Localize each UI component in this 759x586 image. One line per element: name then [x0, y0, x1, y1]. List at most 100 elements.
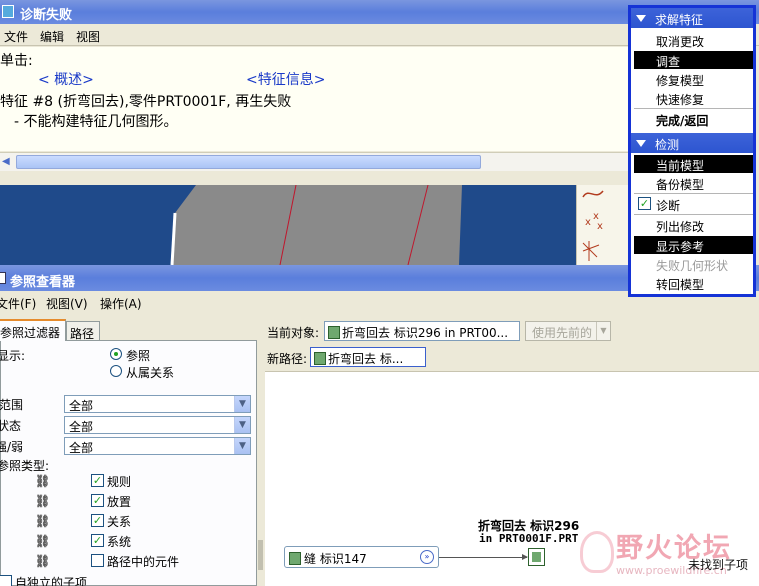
coordinate-system-icon[interactable] — [582, 241, 600, 261]
current-object-value: 折弯回去 标识296 in PRT00... — [342, 326, 509, 340]
seam-node-label: 缝 标识147 — [304, 552, 367, 566]
scroll-left-icon[interactable]: ◀ — [2, 156, 14, 168]
reference-viewer-title: 参照查看器 — [10, 275, 76, 290]
current-object-label: 当前对象: — [267, 326, 320, 340]
current-object-field[interactable]: 折弯回去 标识296 in PRT00... — [324, 321, 520, 341]
collapse-icon[interactable] — [636, 15, 646, 22]
feature-icon — [289, 552, 301, 565]
tab-reference-filter[interactable]: 参照过滤器 — [0, 319, 66, 341]
independent-children-label: 自独立的子项 — [15, 576, 88, 586]
menu-failed-geometry: 失败几何形状 — [656, 259, 729, 273]
menu-edit[interactable]: 编辑 — [40, 28, 64, 45]
link-icon: ⛓ — [35, 554, 51, 568]
menu-separator — [634, 108, 753, 109]
link-icon: ⛓ — [35, 474, 51, 488]
window-icon — [0, 272, 6, 284]
splitter-handle[interactable] — [258, 540, 263, 570]
menu-actions[interactable]: 操作(A) — [100, 295, 142, 312]
expand-icon[interactable]: » — [420, 550, 434, 564]
solve-feature-header[interactable]: 求解特征 — [631, 8, 753, 28]
model-geometry — [170, 185, 462, 265]
link-icon: ⛓ — [35, 534, 51, 548]
panel-splitter[interactable] — [257, 340, 264, 586]
reference-radio-label: 参照 — [126, 349, 151, 363]
dependency-radio[interactable] — [110, 365, 122, 377]
placement-checkbox[interactable]: ✓ — [91, 494, 104, 507]
graph-connector-arrow — [439, 554, 528, 560]
new-path-field[interactable]: 折弯回去 标... — [310, 347, 426, 367]
horizontal-scrollbar[interactable]: ◀ — [0, 152, 630, 171]
click-prompt: 单击: — [0, 53, 33, 69]
components-in-path-label: 路径中的元件 — [107, 555, 180, 569]
range-select[interactable]: 全部 ▼ — [64, 395, 251, 413]
datum-point-icon[interactable]: x x x — [585, 211, 603, 232]
use-previous-label: 使用先前的 — [532, 326, 593, 340]
chevron-down-icon[interactable]: ▼ — [596, 322, 610, 340]
chevron-down-icon[interactable]: ▼ — [234, 438, 250, 454]
menu-current-model[interactable]: 当前模型 — [634, 155, 753, 173]
reference-types-label: 参照类型: — [0, 459, 50, 473]
menu-fix-model[interactable]: 修复模型 — [634, 70, 753, 88]
target-node-feature-icon[interactable] — [528, 548, 545, 566]
filter-panel: 显示: 参照 从属关系 范围 全部 ▼ 状态 全部 ▼ 强/弱 全部 ▼ 参照类… — [0, 340, 257, 586]
reference-viewer-body: 参照过滤器 路径 显示: 参照 从属关系 范围 全部 ▼ 状态 全部 ▼ 强/弱… — [0, 313, 759, 586]
independent-children-checkbox[interactable] — [0, 575, 12, 586]
datum-curve-icon[interactable] — [582, 190, 604, 198]
feature-icon — [314, 352, 326, 365]
status-value: 全部 — [69, 420, 94, 434]
datum-display-toolbar: x x x — [576, 185, 630, 265]
menu-file[interactable]: 文件 — [4, 28, 28, 45]
use-previous-button[interactable]: 使用先前的 ▼ — [525, 321, 611, 341]
menu-view[interactable]: 视图 — [76, 28, 100, 45]
target-node-part: in PRT0001F.PRT — [479, 532, 579, 545]
watermark-heart-icon — [580, 531, 614, 573]
scroll-thumb[interactable] — [16, 155, 481, 169]
dependency-radio-label: 从属关系 — [126, 366, 175, 380]
range-label: 范围 — [0, 398, 24, 412]
menu-investigate[interactable]: 调查 — [634, 51, 753, 69]
status-select[interactable]: 全部 ▼ — [64, 416, 251, 434]
components-in-path-checkbox[interactable] — [91, 554, 104, 567]
menu-quick-fix[interactable]: 快速修复 — [634, 89, 753, 107]
strength-select[interactable]: 全部 ▼ — [64, 437, 251, 455]
menu-diagnose[interactable]: ✓ 诊断 — [634, 195, 753, 213]
feature-info-link[interactable]: <特征信息> — [246, 69, 325, 89]
model-viewport[interactable] — [0, 185, 576, 265]
new-path-value: 折弯回去 标... — [328, 352, 404, 366]
status-label: 状态 — [0, 419, 22, 433]
diagnose-checkbox[interactable]: ✓ — [638, 197, 651, 210]
reference-viewer-title-bar[interactable]: 参照查看器 — [0, 265, 630, 291]
link-icon: ⛓ — [35, 494, 51, 508]
chevron-down-icon[interactable]: ▼ — [234, 417, 250, 433]
feature-icon — [328, 326, 340, 339]
diagnose-title: 诊断失败 — [20, 8, 73, 23]
rule-checkbox[interactable]: ✓ — [91, 474, 104, 487]
menu-backup-model[interactable]: 备份模型 — [634, 174, 753, 192]
investigate-header[interactable]: 检测 — [631, 133, 753, 153]
menu-switch-to-model[interactable]: 转回模型 — [634, 274, 753, 292]
tab-path[interactable]: 路径 — [66, 321, 100, 341]
strength-value: 全部 — [69, 441, 94, 455]
relation-label: 关系 — [107, 515, 132, 529]
menu-show-references[interactable]: 显示参考 — [634, 236, 753, 254]
failure-message: 特征 #8 (折弯回去),零件PRT0001F, 再生失败 — [0, 94, 292, 110]
reference-radio[interactable] — [110, 348, 122, 360]
chevron-down-icon[interactable]: ▼ — [234, 396, 250, 412]
overview-link[interactable]: < 概述> — [38, 69, 94, 89]
menu-undo-changes[interactable]: 取消更改 — [634, 31, 753, 49]
placement-label: 放置 — [107, 495, 132, 509]
no-children-message: 未找到子项 — [688, 558, 749, 572]
window-icon — [2, 5, 14, 18]
range-value: 全部 — [69, 399, 94, 413]
menu-list-changes[interactable]: 列出修改 — [634, 216, 753, 234]
collapse-icon[interactable] — [636, 140, 646, 147]
menu-file[interactable]: 文件(F) — [0, 295, 36, 312]
menu-view[interactable]: 视图(V) — [46, 295, 88, 312]
link-icon: ⛓ — [35, 514, 51, 528]
svg-text:x: x — [585, 217, 591, 228]
menu-done-return[interactable]: 完成/返回 — [634, 110, 753, 128]
system-checkbox[interactable]: ✓ — [91, 534, 104, 547]
graph-node-seam[interactable]: 缝 标识147 » — [284, 546, 439, 568]
menu-manager: 求解特征 取消更改 调查 修复模型 快速修复 完成/返回 检测 当前模型 备份模… — [628, 5, 756, 297]
relation-checkbox[interactable]: ✓ — [91, 514, 104, 527]
